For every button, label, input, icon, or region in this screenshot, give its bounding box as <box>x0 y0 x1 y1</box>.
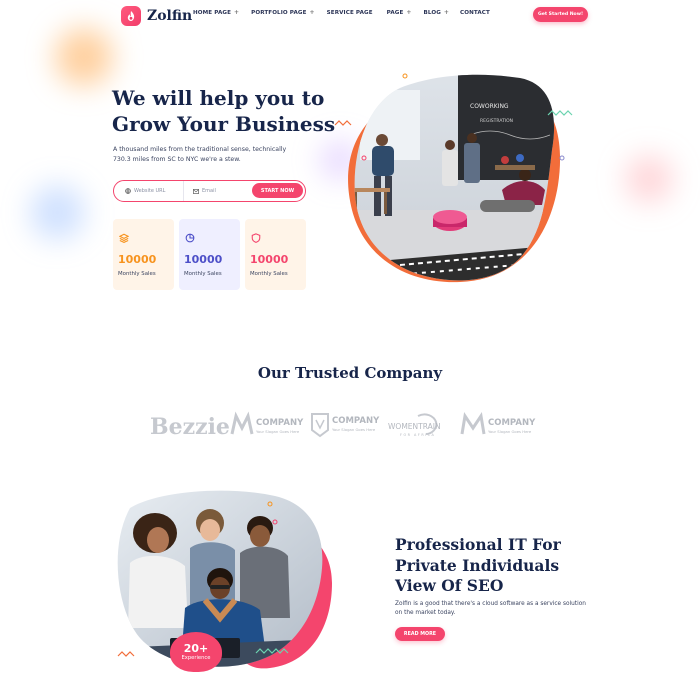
nav-item-home[interactable]: HOME PAGE + <box>193 9 239 16</box>
about-description: Zolfin is a good that there's a cloud so… <box>395 601 586 616</box>
pie-chart-icon <box>185 233 195 243</box>
stat-card: 10000 Monthly Sales <box>113 219 174 290</box>
nav-item-contact[interactable]: CONTACT <box>460 10 490 16</box>
brand-logo-company-1[interactable]: COMPANY Your Slogan Goes Here <box>230 411 304 435</box>
plus-icon: + <box>406 9 412 16</box>
globe-icon <box>125 188 131 194</box>
about-title-line: View Of SEO <box>395 576 504 595</box>
nav-item-label: HOME PAGE <box>193 9 231 16</box>
plus-icon: + <box>234 9 240 16</box>
brand-name: COMPANY <box>332 416 380 426</box>
brand-name: COMPANY <box>488 418 536 428</box>
about-title-line: Professional IT For <box>395 535 561 554</box>
nav-item-page[interactable]: PAGE + <box>387 9 412 16</box>
stat-value: 10000 <box>118 253 157 266</box>
get-started-button[interactable]: Get Started Now! <box>533 7 588 22</box>
shield-icon <box>251 233 261 243</box>
plus-icon: + <box>309 9 315 16</box>
decor-blob-orange <box>55 28 113 86</box>
company-mark-icon <box>230 411 254 435</box>
start-now-button[interactable]: START NOW <box>252 183 303 198</box>
brand-logo-womentrain[interactable]: WOMENTRAIN FOR AFRICA <box>388 413 441 437</box>
brand-logo-company-3[interactable]: COMPANY Your Slogan Goes Here <box>460 412 536 435</box>
company-mark-icon <box>460 412 486 435</box>
plus-icon: + <box>443 9 450 16</box>
hero-title-line: We will help you to <box>112 86 325 110</box>
stat-card: 10000 Monthly Sales <box>245 219 306 290</box>
brand-logo-company-2[interactable]: COMPANY Your Slogan Goes Here <box>311 413 380 438</box>
hero-title: We will help you to Grow Your Business <box>112 85 335 137</box>
stat-card: 10000 Monthly Sales <box>179 219 240 290</box>
brand-name: Zolfin <box>147 8 193 24</box>
brand-name: COMPANY <box>256 418 304 428</box>
decor-zigzag <box>117 651 135 657</box>
brand-name: Bezzie <box>150 414 230 440</box>
stat-label: Monthly Sales <box>118 271 156 277</box>
decor-blob-pink <box>625 155 673 203</box>
nav-item-label: SERVICE PAGE <box>326 9 373 16</box>
email-field[interactable]: Email <box>184 181 251 201</box>
stat-value: 10000 <box>184 253 223 266</box>
nav-item-label: BLOG <box>423 9 441 16</box>
website-url-field[interactable]: Website URL <box>114 181 184 201</box>
brand-logo[interactable]: Zolfin <box>121 5 192 27</box>
email-placeholder: Email <box>202 188 216 194</box>
hero-title-line: Grow Your Business <box>112 112 336 136</box>
hero-description: A thousand miles from the traditional se… <box>113 146 287 163</box>
decor-dot <box>402 73 408 79</box>
decor-zigzag <box>334 120 352 126</box>
stat-label: Monthly Sales <box>250 271 288 277</box>
crest-icon <box>311 413 329 438</box>
brand-tagline: Your Slogan Goes Here <box>332 427 376 432</box>
decor-blob-blue <box>30 185 85 240</box>
decor-dot <box>559 155 565 161</box>
brand-name: WOMENTRAIN <box>388 422 441 431</box>
website-url-placeholder: Website URL <box>134 188 166 194</box>
about-title-line: Private Individuals <box>395 555 560 575</box>
nav-item-label: PORTFOLIO PAGE <box>251 9 307 16</box>
stack-icon <box>119 233 129 243</box>
flame-logo-icon <box>121 6 141 26</box>
brand-logo-strip: Bezzie COMPANY Your Slogan Goes Here COM… <box>150 411 536 440</box>
nav-item-portfolio[interactable]: PORTFOLIO PAGE + <box>251 9 315 16</box>
stat-label: Monthly Sales <box>184 271 222 277</box>
svg-text:REGISTRATION: REGISTRATION <box>480 118 513 124</box>
nav-item-label: CONTACT <box>460 9 490 16</box>
experience-label: Experience <box>181 654 211 661</box>
main-nav: HOME PAGE + PORTFOLIO PAGE + SERVICE PAG… <box>193 9 490 16</box>
team-meeting-image <box>117 490 332 669</box>
nav-item-label: PAGE <box>386 9 404 16</box>
stat-value: 10000 <box>250 253 289 266</box>
read-more-button[interactable]: READ MORE <box>395 627 445 641</box>
start-form: Website URL Email START NOW <box>113 180 306 202</box>
nav-item-service[interactable]: SERVICE PAGE <box>327 10 373 16</box>
brand-tagline: Your Slogan Goes Here <box>488 429 532 434</box>
svg-text:COWORKING: COWORKING <box>470 103 509 110</box>
brand-tagline: Your Slogan Goes Here <box>256 429 300 434</box>
experience-value: 20+ <box>183 641 209 655</box>
hero-office-image: COWORKING REGISTRATION <box>334 73 573 283</box>
about-title: Professional IT For Private Individuals … <box>395 535 561 597</box>
brand-logo-bezzie[interactable]: Bezzie <box>150 414 230 440</box>
trusted-title: Our Trusted Company <box>257 364 443 382</box>
mail-icon <box>193 188 199 194</box>
experience-badge: 20+ Experience <box>170 632 222 672</box>
nav-item-blog[interactable]: BLOG + <box>424 9 450 16</box>
brand-tagline: FOR AFRICA <box>400 433 435 437</box>
